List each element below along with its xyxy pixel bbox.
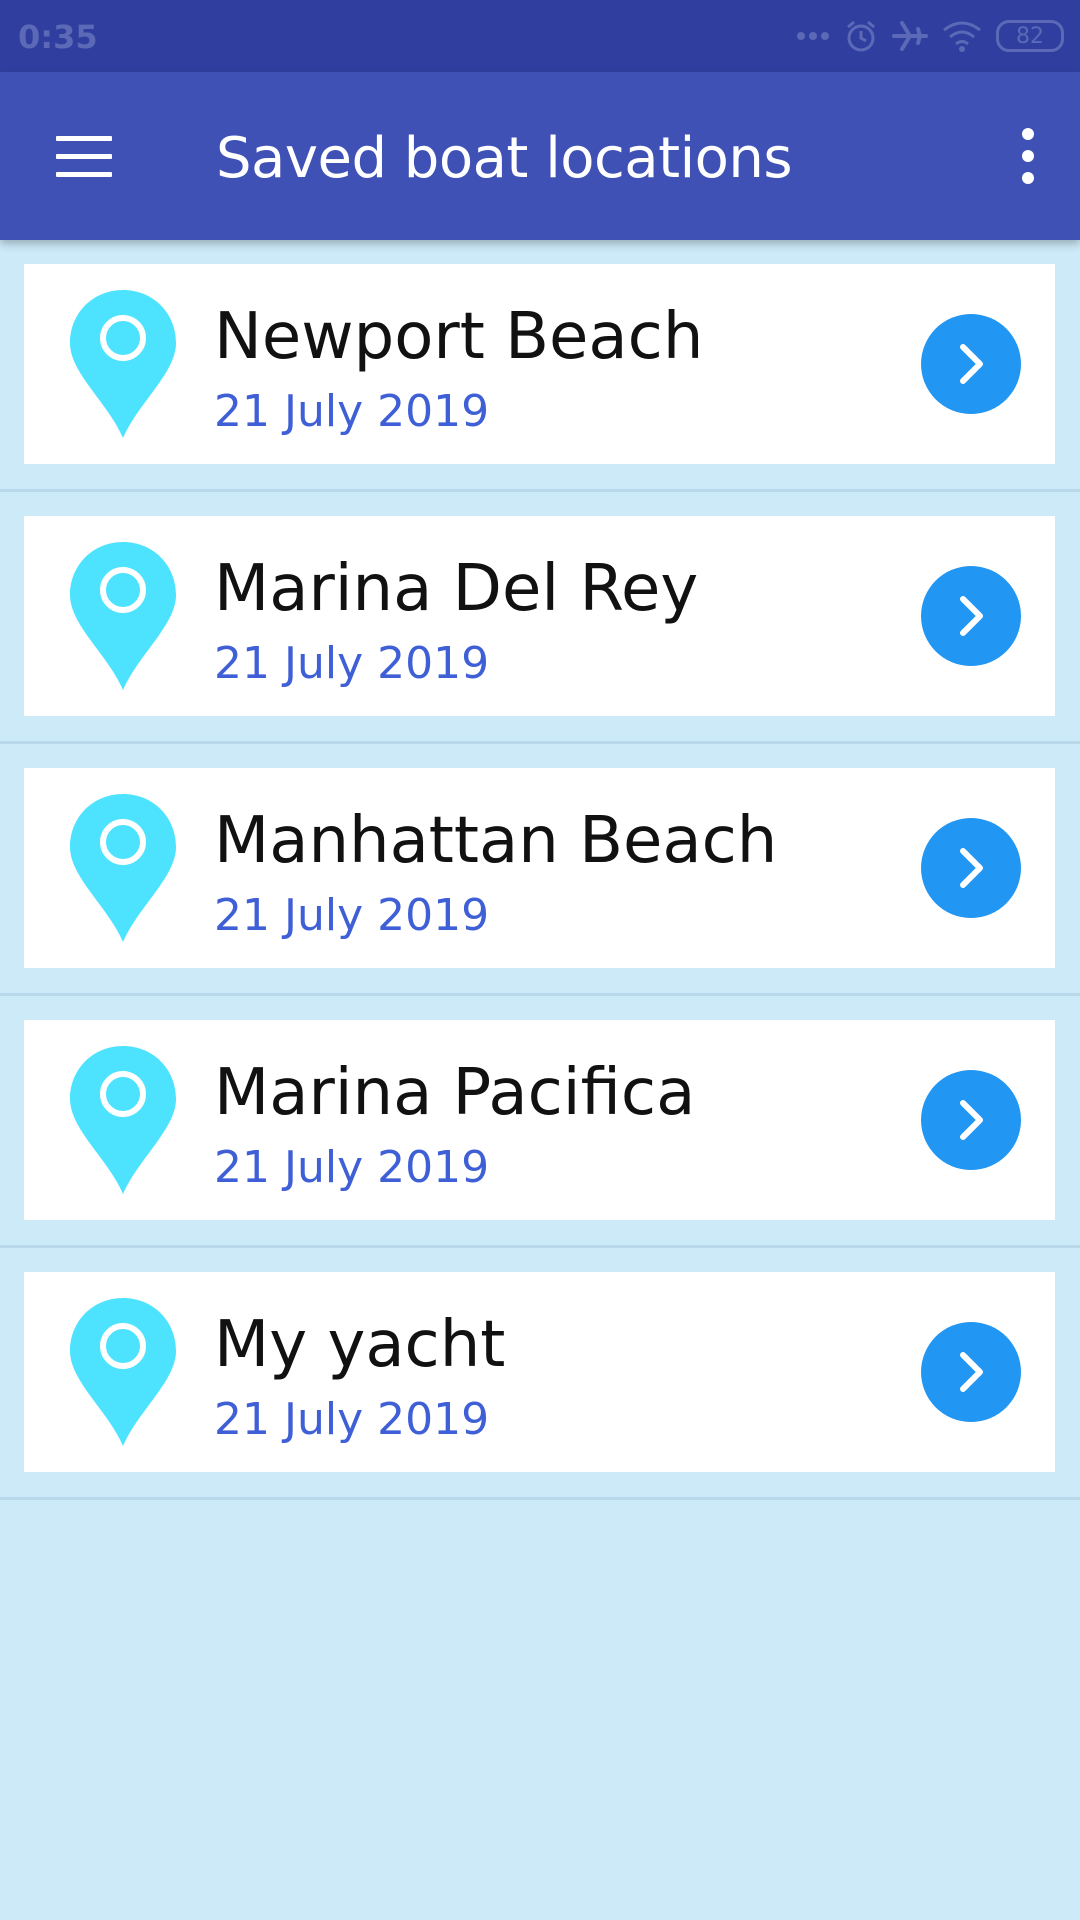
location-card[interactable]: Newport Beach 21 July 2019	[24, 264, 1055, 464]
more-dots-icon	[797, 32, 829, 40]
status-time: 0:35	[18, 18, 98, 56]
list-item: My yacht 21 July 2019	[0, 1248, 1080, 1500]
list-item: Marina Pacifica 21 July 2019	[0, 996, 1080, 1248]
page-title: Saved boat locations	[216, 126, 793, 191]
location-name: Newport Beach	[214, 300, 704, 374]
hamburger-menu-icon[interactable]	[40, 116, 128, 196]
location-name: My yacht	[214, 1308, 506, 1382]
wifi-icon	[943, 21, 981, 52]
status-bar: 0:35 82	[0, 0, 1080, 72]
chevron-right-icon	[960, 848, 983, 888]
status-icons: 82	[796, 14, 1064, 58]
chevron-right-icon	[960, 1352, 983, 1392]
location-card[interactable]: Manhattan Beach 21 July 2019	[24, 768, 1055, 968]
location-date: 21 July 2019	[214, 890, 490, 941]
map-pin-icon	[70, 290, 176, 438]
alarm-icon	[847, 20, 875, 52]
chevron-right-icon	[960, 1100, 983, 1140]
location-name: Manhattan Beach	[214, 804, 778, 878]
open-location-button[interactable]	[921, 818, 1021, 918]
chevron-right-icon	[960, 344, 983, 384]
battery-icon: 82	[996, 20, 1064, 52]
map-pin-icon	[70, 794, 176, 942]
list-item: Manhattan Beach 21 July 2019	[0, 744, 1080, 996]
open-location-button[interactable]	[921, 1070, 1021, 1170]
list-item: Newport Beach 21 July 2019	[0, 240, 1080, 492]
location-card[interactable]: Marina Pacifica 21 July 2019	[24, 1020, 1055, 1220]
location-name: Marina Del Rey	[214, 552, 699, 626]
location-date: 21 July 2019	[214, 638, 490, 689]
map-pin-icon	[70, 1298, 176, 1446]
open-location-button[interactable]	[921, 566, 1021, 666]
more-vert-icon[interactable]	[996, 116, 1060, 196]
location-card[interactable]: My yacht 21 July 2019	[24, 1272, 1055, 1472]
location-name: Marina Pacifica	[214, 1056, 696, 1130]
location-card[interactable]: Marina Del Rey 21 July 2019	[24, 516, 1055, 716]
chevron-right-icon	[960, 596, 983, 636]
map-pin-icon	[70, 1046, 176, 1194]
open-location-button[interactable]	[921, 314, 1021, 414]
app-bar: Saved boat locations	[0, 72, 1080, 240]
location-date: 21 July 2019	[214, 386, 490, 437]
airplane-icon	[892, 21, 928, 51]
list-item: Marina Del Rey 21 July 2019	[0, 492, 1080, 744]
open-location-button[interactable]	[921, 1322, 1021, 1422]
location-date: 21 July 2019	[214, 1394, 490, 1445]
map-pin-icon	[70, 542, 176, 690]
locations-list: Newport Beach 21 July 2019 Marina Del Re…	[0, 240, 1080, 1500]
location-date: 21 July 2019	[214, 1142, 490, 1193]
